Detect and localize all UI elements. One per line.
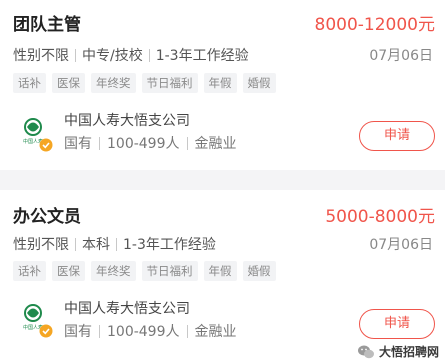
verified-badge-icon <box>39 138 53 152</box>
apply-button[interactable]: 申请 <box>359 309 435 339</box>
company-name[interactable]: 中国人寿大悟支公司 <box>64 110 190 130</box>
gender-requirement: 性别不限 <box>13 48 69 64</box>
benefit-tag: 婚假 <box>242 261 276 281</box>
benefit-tag: 医保 <box>52 73 85 93</box>
benefit-tag: 婚假 <box>242 73 276 93</box>
benefit-tags: 话补 医保 年终奖 节日福利 年假 婚假 <box>13 261 276 281</box>
divider <box>75 48 76 62</box>
benefit-tag: 节日福利 <box>141 73 198 93</box>
company-type: 国有 <box>64 324 92 340</box>
experience-requirement: 1-3年工作经验 <box>155 48 249 64</box>
job-card[interactable]: 办公文员 5000-8000元 性别不限 本科 1-3年工作经验 07月06日 … <box>0 190 445 364</box>
divider <box>186 324 188 338</box>
post-date: 07月06日 <box>369 237 433 253</box>
job-card[interactable]: 团队主管 8000-12000元 性别不限 中专/技校 1-3年工作经验 07月… <box>0 0 445 170</box>
gender-requirement: 性别不限 <box>13 237 69 253</box>
salary: 8000-12000元 <box>314 15 435 35</box>
divider <box>186 136 188 150</box>
company-industry: 金融业 <box>194 324 237 340</box>
divider <box>116 237 117 251</box>
company-size: 100-499人 <box>107 324 180 340</box>
job-requirements: 性别不限 中专/技校 1-3年工作经验 <box>13 45 249 65</box>
company-size: 100-499人 <box>107 136 180 152</box>
company-logo[interactable]: 中国人寿 <box>13 298 57 342</box>
company-logo[interactable]: 中国人寿 <box>13 112 57 156</box>
job-requirements: 性别不限 本科 1-3年工作经验 <box>13 234 216 254</box>
benefit-tags: 话补 医保 年终奖 节日福利 年假 婚假 <box>13 73 276 93</box>
benefit-tag: 年终奖 <box>91 73 136 93</box>
salary: 5000-8000元 <box>325 207 435 227</box>
wechat-icon <box>357 345 374 358</box>
watermark-text: 大悟招聘网 <box>378 345 439 359</box>
apply-button[interactable]: 申请 <box>359 121 435 151</box>
benefit-tag: 医保 <box>52 261 85 281</box>
benefit-tag: 年假 <box>203 73 237 93</box>
benefit-tag: 年假 <box>203 261 237 281</box>
post-date: 07月06日 <box>369 48 433 64</box>
experience-requirement: 1-3年工作经验 <box>123 237 216 253</box>
education-requirement: 中专/技校 <box>82 48 143 64</box>
divider <box>148 48 150 62</box>
company-info: 国有 100-499人 金融业 <box>64 321 237 341</box>
benefit-tag: 节日福利 <box>141 261 198 281</box>
divider <box>99 324 100 338</box>
divider <box>75 237 76 251</box>
education-requirement: 本科 <box>82 237 110 253</box>
company-type: 国有 <box>64 136 92 152</box>
benefit-tag: 话补 <box>13 261 46 281</box>
benefit-tag: 年终奖 <box>91 261 136 281</box>
job-title[interactable]: 团队主管 <box>13 10 81 35</box>
company-name[interactable]: 中国人寿大悟支公司 <box>64 298 190 318</box>
divider <box>99 136 100 150</box>
watermark: 大悟招聘网 <box>357 343 439 360</box>
company-industry: 金融业 <box>194 136 237 152</box>
benefit-tag: 话补 <box>13 73 46 93</box>
job-title[interactable]: 办公文员 <box>13 202 81 227</box>
verified-badge-icon <box>39 324 53 338</box>
company-info: 国有 100-499人 金融业 <box>64 133 237 153</box>
